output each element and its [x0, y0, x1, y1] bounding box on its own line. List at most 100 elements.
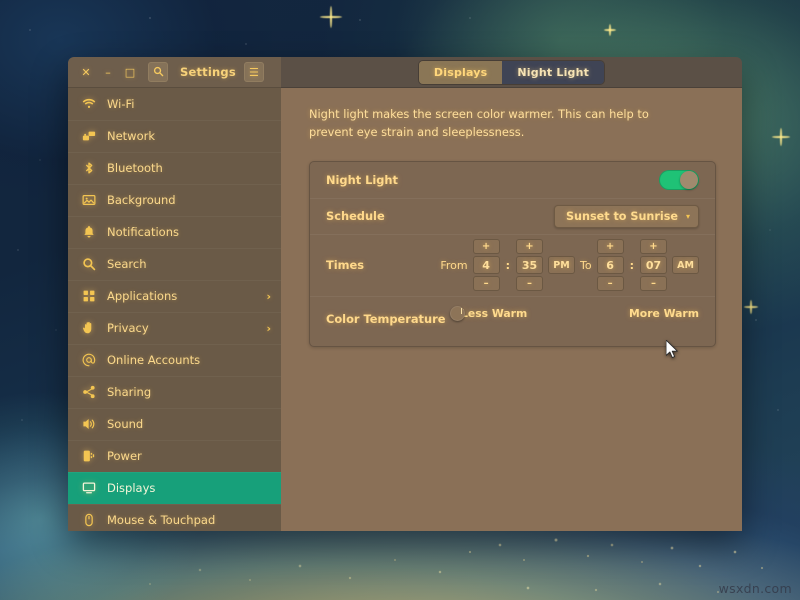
sidebar-item-label: Search [107, 257, 147, 271]
color-temperature-slider[interactable]: Less Warm More Warm [450, 306, 699, 322]
network-icon [81, 129, 96, 144]
sidebar-item-label: Applications [107, 289, 178, 303]
from-time-group: + 4 – : + 35 – PM [472, 239, 575, 292]
sidebar-item-privacy[interactable]: Privacy › [68, 312, 281, 344]
to-minute-decrement-button[interactable]: – [640, 276, 667, 292]
from-meridiem-toggle[interactable]: PM [548, 256, 575, 275]
from-label: From [440, 258, 468, 272]
chevron-right-icon: › [266, 289, 271, 303]
to-hour-stepper: + 6 – [596, 239, 624, 292]
night-light-label: Night Light [326, 173, 398, 188]
sidebar-item-label: Bluetooth [107, 161, 163, 175]
to-hour-decrement-button[interactable]: – [596, 276, 624, 292]
view-tabs: Displays Night Light [418, 60, 605, 84]
slider-min-label: Less Warm [461, 307, 528, 321]
from-minute-increment-button[interactable]: + [516, 239, 543, 255]
window-titlebar: ✕ – □ Settings ☰ Displays Night Light [68, 57, 742, 88]
minimize-button[interactable]: – [98, 62, 118, 82]
tab-night-light[interactable]: Night Light [502, 60, 605, 84]
night-light-row: Night Light [310, 162, 715, 198]
schedule-dropdown[interactable]: Sunset to Sunrise ▾ [553, 204, 699, 228]
sidebar-item-label: Network [107, 129, 156, 143]
schedule-row: Schedule Sunset to Sunrise ▾ [310, 198, 715, 234]
to-hour-increment-button[interactable]: + [596, 239, 624, 255]
chevron-right-icon: › [266, 321, 271, 335]
hamburger-icon: ☰ [248, 65, 259, 79]
chevron-down-icon: ▾ [685, 211, 690, 221]
power-plug-icon [81, 449, 96, 464]
toggle-knob [680, 171, 698, 190]
sidebar-item-sound[interactable]: Sound [68, 408, 281, 440]
hamburger-menu-button[interactable]: ☰ [243, 62, 264, 82]
from-hour-stepper: + 4 – [472, 239, 500, 292]
sidebar-item-bluetooth[interactable]: Bluetooth [68, 152, 281, 184]
night-light-description: Night light makes the screen color warme… [309, 107, 649, 139]
to-minute-value[interactable]: 07 [640, 256, 667, 275]
sidebar-item-power[interactable]: Power [68, 440, 281, 472]
window-body: Wi-Fi Network Bluetooth Background Notif… [68, 88, 742, 531]
slider-max-label: More Warm [629, 307, 699, 321]
maximize-icon: □ [124, 65, 136, 79]
sidebar-item-online-accounts[interactable]: Online Accounts [68, 344, 281, 376]
settings-sidebar[interactable]: Wi-Fi Network Bluetooth Background Notif… [68, 88, 281, 531]
window-title: Settings [180, 65, 236, 79]
close-icon: ✕ [81, 65, 91, 79]
titlebar-right-section: Displays Night Light [281, 57, 742, 88]
sidebar-item-label: Privacy [107, 321, 149, 335]
sidebar-item-label: Notifications [107, 225, 179, 239]
search-button[interactable] [148, 62, 168, 82]
to-time-group: + 6 – : + 07 – AM [596, 239, 699, 292]
night-light-settings-card: Night Light Schedule Sunset to Sunrise ▾ [309, 161, 716, 348]
to-label: To [580, 258, 592, 272]
hand-icon [81, 321, 96, 336]
sidebar-item-wi-fi[interactable]: Wi-Fi [68, 88, 281, 120]
night-light-toggle[interactable] [659, 170, 699, 191]
sidebar-item-search[interactable]: Search [68, 248, 281, 280]
sidebar-item-label: Sharing [107, 385, 152, 399]
sidebar-item-applications[interactable]: Applications › [68, 280, 281, 312]
night-light-panel: Night light makes the screen color warme… [281, 88, 742, 531]
search-icon [153, 66, 164, 79]
from-hour-increment-button[interactable]: + [472, 239, 500, 255]
color-temperature-label: Color Temperature [326, 312, 446, 327]
sidebar-item-label: Mouse & Touchpad [107, 513, 216, 527]
watermark: wsxdn.com [718, 581, 792, 596]
to-meridiem-toggle[interactable]: AM [672, 256, 699, 275]
sidebar-item-label: Background [107, 193, 176, 207]
from-minute-decrement-button[interactable]: – [516, 276, 543, 292]
close-button[interactable]: ✕ [76, 62, 96, 82]
to-hour-value[interactable]: 6 [596, 256, 624, 275]
from-minute-value[interactable]: 35 [516, 256, 543, 275]
sidebar-item-label: Power [107, 449, 142, 463]
speaker-icon [81, 417, 96, 432]
maximize-button[interactable]: □ [120, 62, 140, 82]
share-icon [81, 385, 96, 400]
to-minute-stepper: + 07 – [640, 239, 667, 292]
to-time-colon: : [629, 258, 634, 272]
at-icon [81, 353, 96, 368]
times-label: Times [326, 258, 365, 273]
minimize-icon: – [105, 65, 111, 79]
from-hour-decrement-button[interactable]: – [472, 276, 500, 292]
image-icon [81, 193, 96, 208]
bell-icon [81, 225, 96, 240]
times-row: Times From + 4 – : + 35 – PM To + 6 –: … [310, 234, 715, 296]
from-hour-value[interactable]: 4 [472, 256, 500, 275]
bluetooth-icon [81, 161, 96, 176]
from-minute-stepper: + 35 – [516, 239, 543, 292]
sidebar-item-label: Wi-Fi [107, 97, 135, 111]
sidebar-item-notifications[interactable]: Notifications [68, 216, 281, 248]
sidebar-item-sharing[interactable]: Sharing [68, 376, 281, 408]
monitor-icon [81, 481, 96, 496]
tab-displays[interactable]: Displays [418, 60, 503, 84]
mouse-icon [81, 513, 96, 528]
grid-icon [81, 289, 96, 304]
wifi-icon [81, 97, 96, 112]
sidebar-item-mouse-and-touchpad[interactable]: Mouse & Touchpad [68, 504, 281, 531]
sidebar-item-label: Sound [107, 417, 144, 431]
settings-window: ✕ – □ Settings ☰ Displays Night Light Wi… [68, 57, 742, 531]
sidebar-item-network[interactable]: Network [68, 120, 281, 152]
to-minute-increment-button[interactable]: + [640, 239, 667, 255]
sidebar-item-background[interactable]: Background [68, 184, 281, 216]
sidebar-item-displays[interactable]: Displays [68, 472, 281, 504]
